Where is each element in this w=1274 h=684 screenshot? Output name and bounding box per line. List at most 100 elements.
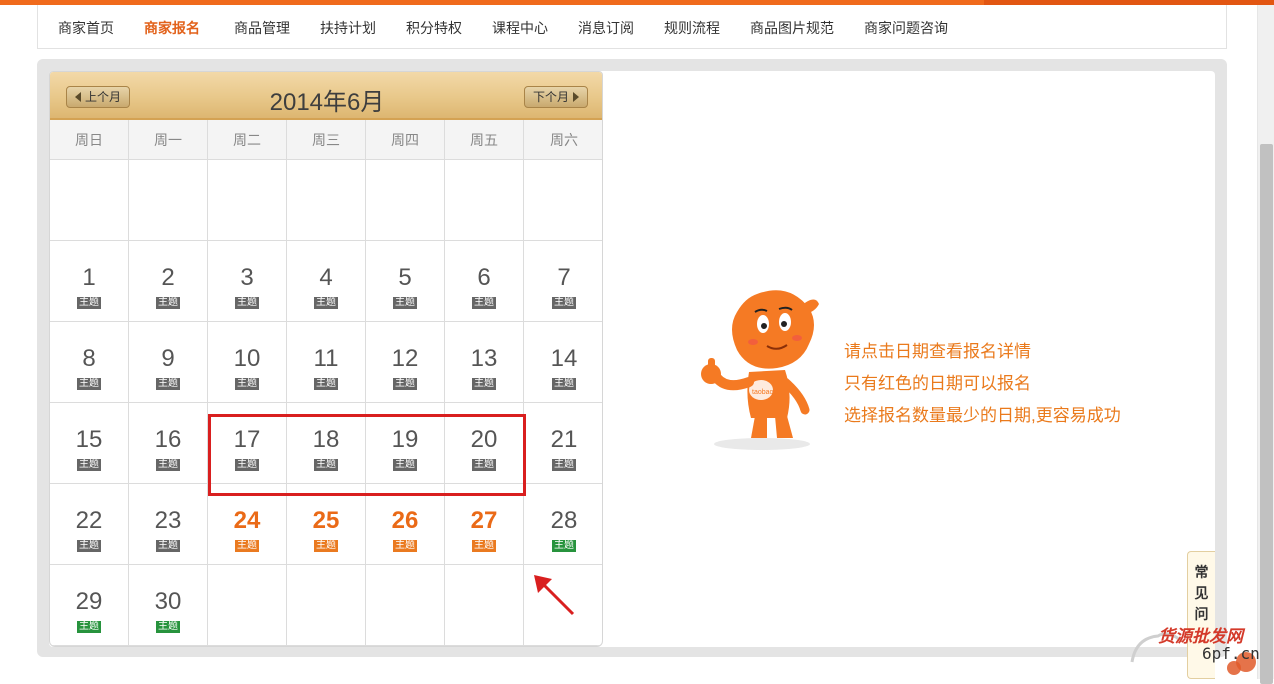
- calendar-empty-cell: [366, 160, 445, 241]
- calendar-day-28[interactable]: 28 主题: [524, 484, 602, 565]
- calendar-day-29[interactable]: 29 主题: [50, 565, 129, 646]
- day-number: 28: [550, 507, 578, 534]
- day-number: 18: [312, 426, 340, 453]
- day-number: 5: [398, 264, 412, 291]
- day-number: 10: [233, 345, 261, 372]
- day-number: 30: [154, 588, 182, 615]
- nav-item-rules[interactable]: 规则流程: [664, 18, 720, 38]
- calendar-day-19[interactable]: 19 主题: [366, 403, 445, 484]
- nav-item-signup[interactable]: 商家报名: [144, 18, 200, 38]
- theme-tag: 主题: [472, 540, 496, 552]
- theme-tag: 主题: [393, 378, 417, 390]
- day-number: 22: [75, 507, 103, 534]
- day-number: 23: [154, 507, 182, 534]
- calendar-day-13[interactable]: 13 主题: [445, 322, 524, 403]
- calendar-empty-cell: [445, 565, 524, 646]
- day-number: 2: [161, 264, 175, 291]
- calendar-empty-cell: [129, 160, 208, 241]
- day-number: 15: [75, 426, 103, 453]
- calendar-day-27[interactable]: 27 主题: [445, 484, 524, 565]
- theme-tag: 主题: [235, 297, 259, 309]
- day-number: 20: [470, 426, 498, 453]
- day-number: 6: [477, 264, 491, 291]
- calendar-empty-cell: [366, 565, 445, 646]
- nav-item-products[interactable]: 商品管理: [234, 18, 290, 38]
- calendar-day-30[interactable]: 30 主题: [129, 565, 208, 646]
- calendar-day-3[interactable]: 3 主题: [208, 241, 287, 322]
- theme-tag: 主题: [314, 297, 338, 309]
- theme-tag: 主题: [314, 459, 338, 471]
- calendar-day-8[interactable]: 8 主题: [50, 322, 129, 403]
- nav-item-consult[interactable]: 商家问题咨询: [864, 18, 948, 38]
- calendar-day-26[interactable]: 26 主题: [366, 484, 445, 565]
- weekday-wed: 周三: [287, 120, 366, 160]
- scrollbar-thumb[interactable]: [1260, 144, 1273, 684]
- theme-tag: 主题: [552, 378, 576, 390]
- calendar-day-15[interactable]: 15 主题: [50, 403, 129, 484]
- calendar-empty-cell: [524, 160, 602, 241]
- theme-tag: 主题: [77, 621, 101, 633]
- next-month-button[interactable]: 下个月: [523, 86, 588, 108]
- mascot-badge-text: taobao: [752, 389, 774, 396]
- calendar-day-2[interactable]: 2 主题: [129, 241, 208, 322]
- calendar-title: 2014年6月: [269, 89, 385, 116]
- calendar-day-10[interactable]: 10 主题: [208, 322, 287, 403]
- calendar-day-9[interactable]: 9 主题: [129, 322, 208, 403]
- calendar-day-6[interactable]: 6 主题: [445, 241, 524, 322]
- theme-tag: 主题: [552, 540, 576, 552]
- day-number: 24: [233, 507, 261, 534]
- theme-tag: 主题: [77, 540, 101, 552]
- weekday-thu: 周四: [366, 120, 445, 160]
- calendar-day-14[interactable]: 14 主题: [524, 322, 602, 403]
- calendar-day-12[interactable]: 12 主题: [366, 322, 445, 403]
- day-number: 12: [391, 345, 419, 372]
- calendar-day-18[interactable]: 18 主题: [287, 403, 366, 484]
- calendar-day-17[interactable]: 17 主题: [208, 403, 287, 484]
- day-number: 8: [82, 345, 96, 372]
- calendar-day-23[interactable]: 23 主题: [129, 484, 208, 565]
- theme-tag: 主题: [77, 459, 101, 471]
- calendar-day-24[interactable]: 24 主题: [208, 484, 287, 565]
- calendar-day-5[interactable]: 5 主题: [366, 241, 445, 322]
- day-number: 3: [240, 264, 254, 291]
- calendar-empty-cell: [445, 160, 524, 241]
- theme-tag: 主题: [393, 540, 417, 552]
- nav-item-courses[interactable]: 课程中心: [492, 18, 548, 38]
- taobao-mascot-image: taobao: [701, 290, 819, 450]
- theme-tag: 主题: [235, 540, 259, 552]
- theme-tag: 主题: [156, 621, 180, 633]
- calendar-day-11[interactable]: 11 主题: [287, 322, 366, 403]
- theme-tag: 主题: [156, 540, 180, 552]
- day-number: 7: [557, 264, 571, 291]
- theme-tag: 主题: [472, 378, 496, 390]
- theme-tag: 主题: [393, 297, 417, 309]
- calendar-header: 上个月 2014年6月 下个月: [50, 72, 602, 120]
- info-line-2: 只有红色的日期可以报名: [844, 374, 1031, 393]
- theme-tag: 主题: [77, 297, 101, 309]
- weekday-sat: 周六: [550, 132, 578, 148]
- faq-tab-label: 常见问: [1194, 564, 1209, 622]
- calendar-day-1[interactable]: 1 主题: [50, 241, 129, 322]
- day-number: 9: [161, 345, 175, 372]
- day-number: 16: [154, 426, 182, 453]
- calendar-day-20[interactable]: 20 主题: [445, 403, 524, 484]
- calendar-day-4[interactable]: 4 主题: [287, 241, 366, 322]
- calendar-day-7[interactable]: 7 主题: [524, 241, 602, 322]
- day-number: 13: [470, 345, 498, 372]
- calendar-day-21[interactable]: 21 主题: [524, 403, 602, 484]
- theme-tag: 主题: [472, 459, 496, 471]
- nav-item-points[interactable]: 积分特权: [406, 18, 462, 38]
- page-scrollbar[interactable]: [1257, 5, 1274, 684]
- calendar-day-25[interactable]: 25 主题: [287, 484, 366, 565]
- content-panel: 上个月 2014年6月 下个月 周日 周一 周二 周三 周四 周五 周六 1 主题…: [37, 59, 1227, 657]
- nav-item-home[interactable]: 商家首页: [58, 18, 114, 38]
- calendar-day-22[interactable]: 22 主题: [50, 484, 129, 565]
- weekday-sun: 周日: [50, 120, 129, 160]
- nav-item-support-plan[interactable]: 扶持计划: [320, 18, 376, 38]
- red-arrow-icon: [534, 575, 575, 616]
- calendar-day-16[interactable]: 16 主题: [129, 403, 208, 484]
- nav-item-image-spec[interactable]: 商品图片规范: [750, 18, 834, 38]
- content-panel-inner: 上个月 2014年6月 下个月 周日 周一 周二 周三 周四 周五 周六 1 主题…: [49, 71, 1215, 647]
- weekday-header-row: 周日 周一 周二 周三 周四 周五 周六: [50, 120, 602, 160]
- nav-item-subscriptions[interactable]: 消息订阅: [578, 18, 634, 38]
